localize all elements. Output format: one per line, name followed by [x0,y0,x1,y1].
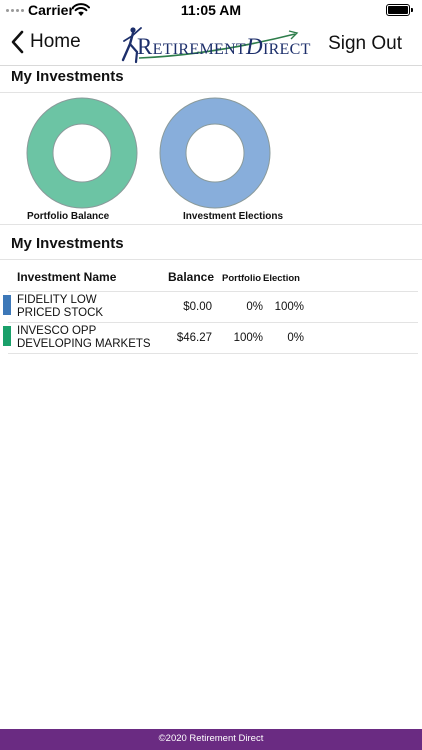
fund-balance: $46.27 [176,332,212,344]
fund-portfolio-percent: 100% [233,332,263,344]
section-title: My Investments [11,235,124,252]
section-header-investments: My Investments [0,66,422,93]
portfolio-balance-donut[interactable] [26,97,138,209]
section-title: My Investments [11,68,124,85]
fund-name: FIDELITY LOW PRICED STOCK [17,294,104,319]
fund-portfolio-percent: 0% [246,301,263,313]
fund-balance: $0.00 [183,301,212,313]
column-header-portfolio: Portfolio [222,273,262,284]
charts-area: Portfolio Balance Investment Elections [0,93,422,225]
logo-wordmark: RETIREMENTDIRECT [137,34,311,59]
fund-election-percent: 100% [274,301,304,313]
section-header-investments-table: My Investments [0,233,422,260]
fund-name: INVESCO OPP DEVELOPING MARKETS [17,325,151,350]
retirement-direct-logo: RETIREMENTDIRECT [119,26,310,64]
portfolio-balance-label: Portfolio Balance [27,211,110,222]
copyright-text: ©2020 Retirement Direct [158,733,264,744]
table-row[interactable]: INVESCO OPP DEVELOPING MARKETS $46.27 10… [3,323,418,354]
home-back-label: Home [30,31,81,52]
home-back-button[interactable]: Home [10,30,81,54]
investments-table: Investment Name Balance Portfolio Electi… [0,261,422,354]
fund-election-percent: 0% [287,332,304,344]
fund-color-swatch [3,295,11,315]
donut-inner-outline [52,123,112,183]
table-row[interactable]: FIDELITY LOW PRICED STOCK $0.00 0% 100% [3,292,418,323]
fund-color-swatch [3,326,11,346]
battery-icon [386,4,413,16]
clock-time: 11:05 AM [180,2,242,18]
navigation-bar: Home RETIREMENTDIRECT Sign Out [0,22,422,66]
donut-inner-outline [185,123,245,183]
status-bar: Carrier 11:05 AM [0,0,422,22]
investment-elections-label: Investment Elections [183,211,284,222]
chevron-left-icon [11,30,24,54]
column-header-investment-name: Investment Name [17,270,117,284]
investment-elections-donut[interactable] [159,97,271,209]
footer-bar: ©2020 Retirement Direct [0,729,422,750]
column-header-balance: Balance [168,270,215,284]
sign-out-button[interactable]: Sign Out [328,33,402,55]
table-header-row: Investment Name Balance Portfolio Electi… [8,261,418,292]
column-header-election: Election [263,273,300,284]
